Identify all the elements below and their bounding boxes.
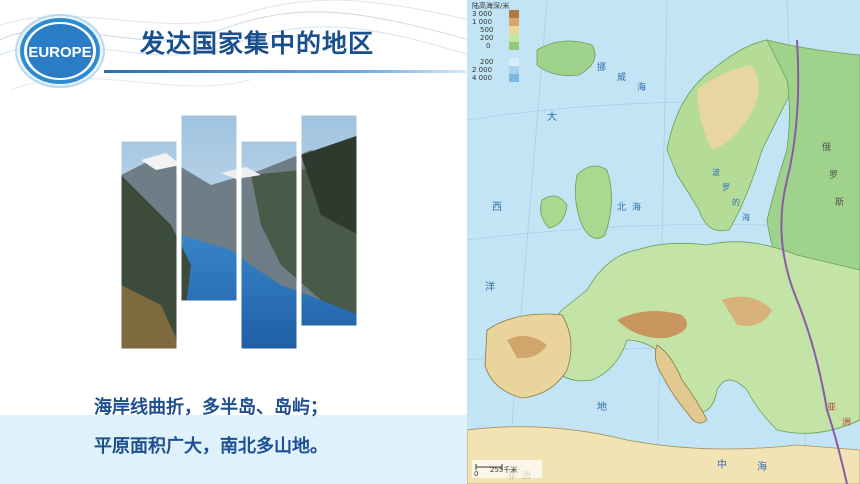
scale-label: 255千米 — [490, 466, 518, 474]
badge-text: EUROPE — [28, 44, 91, 61]
legend-value: 500 — [480, 26, 494, 34]
page-title: 发达国家集中的地区 — [140, 29, 375, 58]
map-label-ya: 亚 — [827, 402, 836, 413]
map-label-e: 俄 — [822, 141, 831, 153]
map-label-nuo: 挪 — [597, 61, 606, 73]
map-label-luo: 罗 — [722, 183, 730, 192]
map-label-hai4: 海 — [742, 212, 750, 222]
legend-value: 4 000 — [472, 74, 493, 82]
map-label-yang: 洋 — [485, 280, 495, 293]
map-label-si: 斯 — [835, 196, 844, 208]
map-label-zhong: 中 — [717, 458, 727, 471]
fjord-photo-collage — [121, 115, 358, 349]
map-label-xi: 西 — [492, 202, 502, 213]
caption-line-2: 平原面积广大，南北多山地。 — [94, 436, 328, 457]
map-label-hai2: 海 — [637, 81, 646, 93]
legend-value: 0 — [486, 42, 491, 50]
legend-value: 200 — [480, 58, 494, 66]
europe-physical-map: 大 西 洋 北 海 挪 威 海 地 中 海 亚 洲 非 洲 波 罗 的 海 俄 … — [467, 0, 860, 484]
map-label-di: 地 — [597, 400, 607, 413]
map-label-de: 的 — [732, 197, 740, 207]
map-label-bei: 北 — [617, 202, 626, 213]
legend-value: 2 000 — [472, 66, 493, 74]
map-label-bo: 波 — [712, 167, 720, 177]
map-label-luo2: 罗 — [829, 170, 838, 181]
map-label-hai3: 海 — [757, 460, 767, 473]
map-label-da: 大 — [547, 110, 557, 123]
map-label-wei: 威 — [617, 71, 626, 83]
title-underline — [104, 70, 466, 73]
legend-value: 3 000 — [472, 10, 493, 18]
map-label-zhou: 洲 — [842, 417, 851, 428]
caption-line-1: 海岸线曲折，多半岛、岛屿； — [94, 397, 328, 418]
scale-zero: 0 — [474, 470, 479, 478]
legend-value: 200 — [480, 34, 494, 42]
europe-badge: EUROPE — [15, 14, 105, 88]
map-label-hai: 海 — [632, 201, 641, 213]
legend-value: 1 000 — [472, 18, 493, 26]
